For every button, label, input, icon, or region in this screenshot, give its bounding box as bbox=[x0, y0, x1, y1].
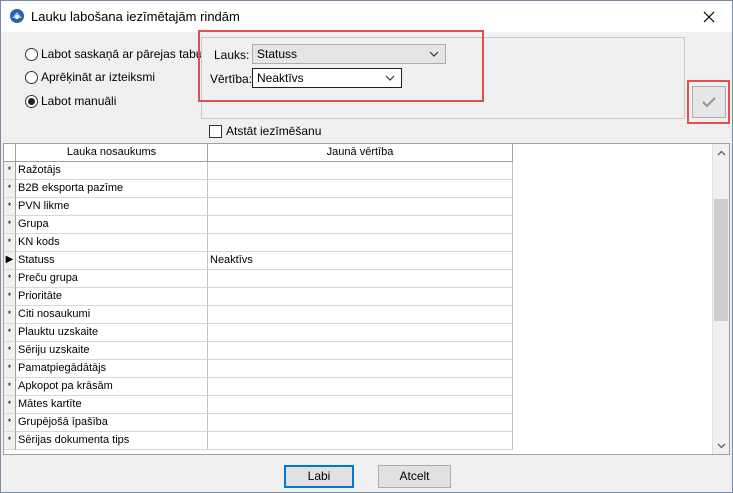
field-name-cell[interactable]: KN kods bbox=[16, 234, 208, 252]
field-name-cell[interactable]: Pamatpiegādātājs bbox=[16, 360, 208, 378]
radio-transition-table[interactable]: Labot saskaņā ar pārejas tabulu bbox=[25, 47, 212, 61]
new-row-marker-icon: * bbox=[4, 432, 16, 450]
column-header-field-name[interactable]: Lauka nosaukums bbox=[16, 144, 208, 162]
new-value-cell[interactable] bbox=[208, 414, 513, 432]
vertical-scrollbar[interactable] bbox=[712, 144, 729, 454]
scroll-down-button[interactable] bbox=[713, 437, 729, 454]
new-row-marker-icon: * bbox=[4, 360, 16, 378]
table-row[interactable]: * Mātes kartīte bbox=[4, 396, 513, 414]
scrollbar-thumb[interactable] bbox=[714, 199, 728, 321]
grid-header: Lauka nosaukums Jaunā vērtība bbox=[4, 144, 513, 162]
grid-rows: * Ražotājs * B2B eksporta pazīme * PVN likme *… bbox=[4, 162, 513, 450]
field-name-cell[interactable]: Prioritāte bbox=[16, 288, 208, 306]
new-value-cell[interactable] bbox=[208, 234, 513, 252]
table-row[interactable]: * Prioritāte bbox=[4, 288, 513, 306]
keep-selection-checkbox[interactable]: Atstāt iezīmēšanu bbox=[209, 124, 321, 138]
chevron-up-icon bbox=[717, 150, 726, 155]
radio-manual[interactable]: Labot manuāli bbox=[25, 94, 116, 108]
field-name-cell[interactable]: Preču grupa bbox=[16, 270, 208, 288]
table-row[interactable]: ▶ Statuss Neaktīvs bbox=[4, 252, 513, 270]
close-button[interactable] bbox=[686, 1, 732, 32]
table-row[interactable]: * B2B eksporta pazīme bbox=[4, 180, 513, 198]
new-value-cell[interactable] bbox=[208, 162, 513, 180]
field-name-cell[interactable]: Ražotājs bbox=[16, 162, 208, 180]
window-title: Lauku labošana iezīmētajām rindām bbox=[31, 9, 240, 24]
new-row-marker-icon: * bbox=[4, 396, 16, 414]
new-value-cell[interactable]: Neaktīvs bbox=[208, 252, 513, 270]
field-name-cell[interactable]: Sērijas dokumenta tips bbox=[16, 432, 208, 450]
new-value-cell[interactable] bbox=[208, 288, 513, 306]
table-row[interactable]: * Grupējošā īpašība bbox=[4, 414, 513, 432]
app-icon bbox=[10, 9, 24, 23]
radio-button[interactable] bbox=[25, 47, 38, 61]
table-row[interactable]: * Citi nosaukumi bbox=[4, 306, 513, 324]
field-name-cell[interactable]: Mātes kartīte bbox=[16, 396, 208, 414]
field-name-cell[interactable]: B2B eksporta pazīme bbox=[16, 180, 208, 198]
field-name-cell[interactable]: Grupa bbox=[16, 216, 208, 234]
title-bar: Lauku labošana iezīmētajām rindām bbox=[1, 1, 732, 32]
table-row[interactable]: * Preču grupa bbox=[4, 270, 513, 288]
table-row[interactable]: * Sēriju uzskaite bbox=[4, 342, 513, 360]
field-name-cell[interactable]: Grupējošā īpašība bbox=[16, 414, 208, 432]
checkbox-box[interactable] bbox=[209, 124, 222, 138]
new-row-marker-icon: * bbox=[4, 306, 16, 324]
new-row-marker-icon: * bbox=[4, 198, 16, 216]
new-value-cell[interactable] bbox=[208, 216, 513, 234]
new-value-cell[interactable] bbox=[208, 378, 513, 396]
table-row[interactable]: * KN kods bbox=[4, 234, 513, 252]
table-row[interactable]: * Pamatpiegādātājs bbox=[4, 360, 513, 378]
new-value-cell[interactable] bbox=[208, 198, 513, 216]
table-row[interactable]: * Sērijas dokumenta tips bbox=[4, 432, 513, 450]
radio-expression[interactable]: Aprēķināt ar izteiksmi bbox=[25, 70, 155, 84]
grid-corner bbox=[4, 144, 16, 162]
table-row[interactable]: * Grupa bbox=[4, 216, 513, 234]
table-row[interactable]: * Ražotājs bbox=[4, 162, 513, 180]
scroll-up-button[interactable] bbox=[713, 144, 729, 161]
field-name-cell[interactable]: Statuss bbox=[16, 252, 208, 270]
new-value-cell[interactable] bbox=[208, 270, 513, 288]
table-row[interactable]: * PVN likme bbox=[4, 198, 513, 216]
new-value-cell[interactable] bbox=[208, 306, 513, 324]
cancel-button[interactable]: Atcelt bbox=[378, 465, 451, 488]
new-row-marker-icon: * bbox=[4, 180, 16, 198]
new-value-cell[interactable] bbox=[208, 324, 513, 342]
table-row[interactable]: * Plauktu uzskaite bbox=[4, 324, 513, 342]
new-row-marker-icon: * bbox=[4, 324, 16, 342]
field-name-cell[interactable]: Sēriju uzskaite bbox=[16, 342, 208, 360]
ok-button[interactable]: Labi bbox=[284, 465, 354, 488]
field-name-cell[interactable]: Apkopot pa krāsām bbox=[16, 378, 208, 396]
column-header-new-value[interactable]: Jaunā vērtība bbox=[208, 144, 513, 162]
new-row-marker-icon: * bbox=[4, 234, 16, 252]
chevron-down-icon bbox=[717, 443, 726, 448]
new-value-cell[interactable] bbox=[208, 180, 513, 198]
new-value-cell[interactable] bbox=[208, 342, 513, 360]
radio-label: Labot saskaņā ar pārejas tabulu bbox=[41, 47, 212, 61]
field-name-cell[interactable]: PVN likme bbox=[16, 198, 208, 216]
new-row-marker-icon: * bbox=[4, 270, 16, 288]
radio-button-checked[interactable] bbox=[25, 94, 38, 108]
new-row-marker-icon: * bbox=[4, 414, 16, 432]
current-row-arrow-icon: ▶ bbox=[4, 252, 16, 270]
radio-button[interactable] bbox=[25, 70, 38, 84]
radio-label: Labot manuāli bbox=[41, 94, 117, 108]
field-name-cell[interactable]: Citi nosaukumi bbox=[16, 306, 208, 324]
field-name-cell[interactable]: Plauktu uzskaite bbox=[16, 324, 208, 342]
dialog-window: Lauku labošana iezīmētajām rindām Labot … bbox=[0, 0, 733, 493]
highlight-frame-apply bbox=[687, 80, 730, 124]
new-value-cell[interactable] bbox=[208, 396, 513, 414]
checkbox-label: Atstāt iezīmēšanu bbox=[226, 124, 322, 138]
new-value-cell[interactable] bbox=[208, 360, 513, 378]
radio-label: Aprēķināt ar izteiksmi bbox=[41, 70, 156, 84]
new-row-marker-icon: * bbox=[4, 216, 16, 234]
new-row-marker-icon: * bbox=[4, 162, 16, 180]
close-icon bbox=[703, 11, 715, 22]
new-row-marker-icon: * bbox=[4, 378, 16, 396]
fields-grid: Lauka nosaukums Jaunā vērtība * Ražotājs *… bbox=[3, 143, 730, 455]
table-row[interactable]: * Apkopot pa krāsām bbox=[4, 378, 513, 396]
highlight-frame-fields bbox=[198, 30, 484, 102]
new-row-marker-icon: * bbox=[4, 288, 16, 306]
new-value-cell[interactable] bbox=[208, 432, 513, 450]
new-row-marker-icon: * bbox=[4, 342, 16, 360]
